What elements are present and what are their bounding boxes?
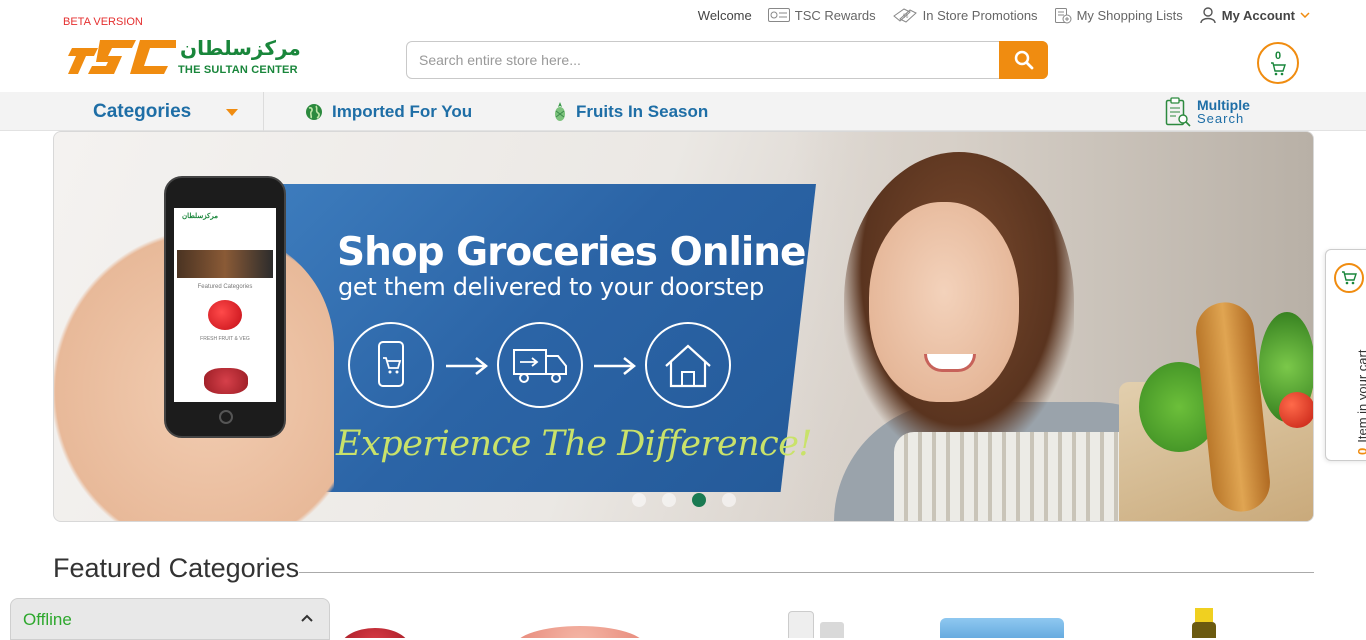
nav-divider <box>263 92 264 131</box>
nav-imported-label: Imported For You <box>332 102 473 121</box>
my-shopping-lists-label: My Shopping Lists <box>1076 7 1183 23</box>
nav-imported-for-you[interactable]: Imported For You <box>305 102 472 122</box>
welcome-text: Welcome <box>697 7 752 23</box>
meat-thumbnail <box>340 628 410 638</box>
strawberry-graphic <box>208 300 242 330</box>
categories-caret-icon[interactable] <box>226 109 238 116</box>
side-cart-icon-wrap <box>1334 263 1364 293</box>
featured-divider <box>299 572 1314 573</box>
phone-screen-banner <box>177 250 273 278</box>
banner-subtitle: get them delivered to your doorstep <box>338 273 764 301</box>
side-cart-label: 0 Item in your cart <box>1355 350 1366 455</box>
chevron-down-icon <box>1300 12 1310 18</box>
oil-bottle-thumbnail <box>1192 622 1216 638</box>
my-shopping-lists-link[interactable]: My Shopping Lists <box>1054 6 1183 24</box>
home-step-icon <box>645 322 731 408</box>
banner-title: Shop Groceries Online <box>337 230 806 275</box>
woman-face-graphic <box>869 202 1019 402</box>
sultan-center-logo[interactable]: مركزسلطان THE SULTAN CENTER <box>64 34 301 80</box>
search-button[interactable] <box>999 41 1048 79</box>
smartphone-graphic: مركزسلطان Featured Categories FRESH FRUI… <box>164 176 286 438</box>
top-links: Welcome TSC Rewards % In Store Promotion… <box>698 6 1310 24</box>
carousel-dot-1[interactable] <box>632 493 646 507</box>
multiple-search-line2: Search <box>1197 111 1245 126</box>
featured-category-meat[interactable] <box>340 608 410 638</box>
chevron-up-icon[interactable] <box>301 614 313 622</box>
fish-thumbnail <box>515 626 645 638</box>
multiple-search-text: Multiple Search <box>1197 98 1250 126</box>
dairy-bottle-thumbnail <box>788 611 814 638</box>
search-bar <box>406 41 1048 79</box>
beta-label: BETA VERSION <box>63 16 143 28</box>
arrow-right-icon <box>446 357 489 375</box>
side-cart-tab[interactable]: 0 Item in your cart <box>1325 249 1366 461</box>
featured-category-fish[interactable] <box>515 608 645 638</box>
search-icon <box>1014 50 1033 70</box>
categories-menu[interactable]: Categories <box>93 101 191 123</box>
banner-tagline: Experience The Difference! <box>336 424 813 464</box>
globe-icon <box>306 104 322 120</box>
carousel-dot-4[interactable] <box>722 493 736 507</box>
phone-screen-logo: مركزسلطان <box>182 213 219 220</box>
side-cart-text: Item in your cart <box>1355 349 1366 443</box>
main-nav: Categories Imported For You Fruits In Se… <box>0 92 1366 131</box>
featured-category-pantry[interactable] <box>1190 608 1220 638</box>
header-cart-count: 0 <box>1274 49 1282 62</box>
user-icon <box>1200 7 1216 24</box>
carousel-dot-3[interactable] <box>692 493 706 507</box>
my-account-label: My Account <box>1221 7 1295 23</box>
meat-graphic <box>204 368 248 394</box>
nav-fruits-label: Fruits In Season <box>576 102 709 121</box>
my-account-menu[interactable]: My Account <box>1199 6 1310 24</box>
tsc-rewards-label: TSC Rewards <box>794 7 876 23</box>
phone-home-button <box>219 410 233 424</box>
offline-label: Offline <box>23 610 72 629</box>
shopping-list-icon <box>1054 8 1072 24</box>
logo-english-text: THE SULTAN CENTER <box>178 64 298 76</box>
hero-banner[interactable]: Shop Groceries Online get them delivered… <box>53 131 1314 522</box>
rewards-card-icon <box>767 8 790 22</box>
side-cart-count: 0 <box>1355 448 1366 455</box>
logo-arabic-text: مركزسلطان <box>180 36 301 60</box>
dairy-jar-thumbnail <box>820 622 844 638</box>
offline-status-bar[interactable]: Offline <box>10 598 330 640</box>
phone-screen: مركزسلطان Featured Categories FRESH FRUI… <box>174 208 276 402</box>
svg-text:%: % <box>903 14 909 20</box>
promotion-tags-icon: % <box>892 8 917 23</box>
in-store-promotions-label: In Store Promotions <box>922 7 1038 23</box>
pineapple-icon <box>555 102 565 121</box>
in-store-promotions-link[interactable]: % In Store Promotions <box>892 7 1038 23</box>
tsc-logo-mark-icon <box>68 40 182 74</box>
carousel-dots <box>632 493 736 507</box>
featured-categories-title: Featured Categories <box>53 553 300 583</box>
tomato-graphic <box>1279 392 1313 428</box>
featured-category-frozen[interactable] <box>940 608 1064 638</box>
cart-icon <box>1342 271 1357 285</box>
search-input[interactable] <box>419 42 999 78</box>
delivery-truck-step-icon <box>497 322 583 408</box>
featured-category-dairy[interactable] <box>780 608 850 638</box>
cart-icon <box>1271 61 1286 75</box>
frozen-ice-thumbnail <box>940 618 1064 638</box>
header-cart-button[interactable]: 0 <box>1257 42 1299 84</box>
nav-fruits-in-season[interactable]: Fruits In Season <box>553 102 708 122</box>
delivery-steps-graphic <box>348 322 731 408</box>
carousel-dot-2[interactable] <box>662 493 676 507</box>
phone-screen-section-title: Featured Categories <box>197 284 253 290</box>
phone-screen-item-label: FRESH FRUIT & VEG <box>200 336 250 342</box>
arrow-right-icon-2 <box>594 357 637 375</box>
multiple-search-button[interactable]: Multiple Search <box>1165 97 1250 127</box>
clipboard-search-icon <box>1165 97 1191 127</box>
oil-cap-thumbnail <box>1195 608 1213 622</box>
mobile-cart-step-icon <box>348 322 434 408</box>
site-header: BETA VERSION مركزسلطان THE SULTAN CENTER… <box>0 0 1366 92</box>
tsc-rewards-link[interactable]: TSC Rewards <box>767 7 876 23</box>
multiple-search-line1: Multiple <box>1197 97 1250 113</box>
